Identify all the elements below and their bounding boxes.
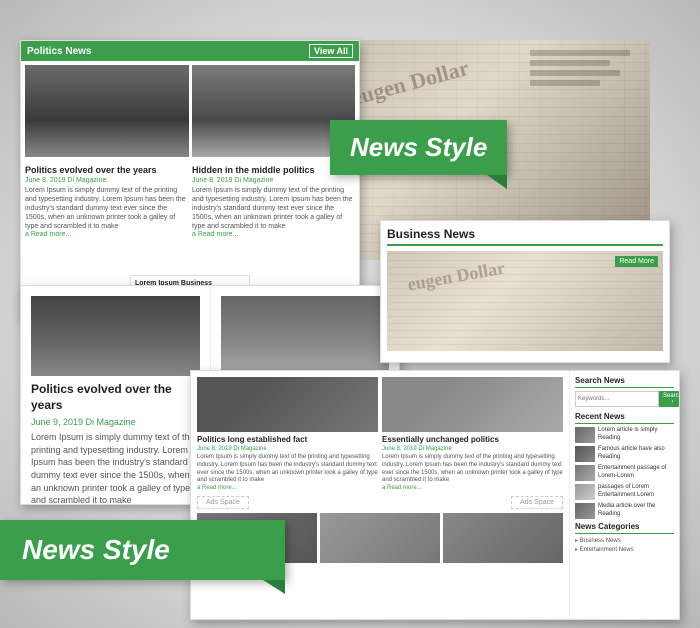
sidebar-search-title: Search News — [575, 376, 674, 388]
sidebar-recent-item-2: Famous article have also Reading — [575, 446, 674, 462]
article-mini-readmore-2[interactable]: a Read more... — [192, 231, 355, 238]
article-mini-body-1: Lorem Ipsum is simply dummy text of the … — [25, 186, 188, 231]
sidebar-recent-title: Recent News — [575, 412, 674, 424]
article-mini-meta-2: June 8, 2019 Di Magazine — [192, 177, 355, 184]
ads-box-1: Ads Space — [197, 496, 249, 509]
article-row: Politics evolved over the years June 8, … — [21, 161, 359, 242]
cbr-article-title-2: Essentially unchanged politics — [382, 435, 563, 444]
newspaper-line-2 — [530, 60, 610, 66]
sidebar-recent-text-5: Media article over the Reading — [598, 503, 674, 519]
dollar-watermark: eugen Dollar — [349, 55, 472, 111]
business-news-dollar: eugen Dollar — [406, 258, 507, 296]
sidebar-search-input[interactable] — [575, 391, 659, 407]
cbr-article-2: Essentially unchanged politics June 8, 2… — [382, 377, 563, 491]
sidebar-recent-image-1 — [575, 427, 595, 443]
sidebar-search-box: Search › — [575, 391, 674, 407]
business-news-card: Business News eugen Dollar Read More — [380, 220, 670, 363]
main-wrapper: Politics News View All Politics evolved … — [0, 0, 700, 628]
sidebar-recent-text-1: Lorem article is simply Reading — [598, 427, 674, 443]
view-all-link[interactable]: View All — [309, 44, 353, 58]
cbr-bottom-image-2 — [320, 513, 440, 563]
card-header-title: Politics News — [27, 46, 91, 57]
article-mini-body-2: Lorem Ipsum is simply dummy text of the … — [192, 186, 355, 231]
newspaper-line-1 — [530, 50, 630, 56]
news-style-text-bl: News Style — [22, 534, 170, 565]
business-news-badge[interactable]: Read More — [615, 256, 658, 267]
article-mini-title-1: Politics evolved over the years — [25, 165, 188, 175]
sidebar-categories-title: News Categories — [575, 522, 674, 534]
article-mini-readmore-1[interactable]: a Read more... — [25, 231, 188, 238]
ads-box-2: Ads Space — [511, 496, 563, 509]
cbr-article-title-1: Politics long established fact — [197, 435, 378, 444]
news-style-label-top-right: News Style — [330, 120, 507, 175]
card-images-row — [21, 61, 359, 161]
article-mini-meta-1: June 8, 2019 Di Magazine — [25, 177, 188, 184]
sidebar-recent-image-2 — [575, 446, 595, 462]
sidebar-recent-image-5 — [575, 503, 595, 519]
cbr-article-meta-2: June 8, 2019 Di Magazine — [382, 446, 563, 452]
sidebar-recent-text-3: Entertainment passage of Lorem-Lorem — [598, 465, 674, 481]
cbr-article-image-2 — [382, 377, 563, 432]
newspaper-lines-decoration — [530, 50, 630, 90]
article-large-body-1: Lorem Ipsum is simply dummy text of the … — [31, 431, 200, 505]
cbr-sidebar: Search News Search › Recent News Lorem a… — [569, 371, 679, 619]
sidebar-category-2[interactable]: Entertainment News — [575, 546, 674, 553]
sidebar-recent-image-3 — [575, 465, 595, 481]
cbr-article-body-1: Lorem Ipsum is simply dummy text of the … — [197, 454, 378, 485]
cbr-articles-row: Politics long established fact June 8, 2… — [197, 377, 563, 491]
business-news-card-title: Business News — [387, 227, 663, 246]
sidebar-category-1[interactable]: Business News — [575, 537, 674, 544]
sidebar-recent-text-4: passages of Lorem Entertainment Lorem — [598, 484, 674, 500]
sidebar-search-button[interactable]: Search › — [659, 391, 679, 407]
business-news-card-image: eugen Dollar Read More — [387, 251, 663, 351]
cbr-article-1: Politics long established fact June 8, 2… — [197, 377, 378, 491]
news-style-text-tr: News Style — [350, 132, 487, 162]
ads-row: Ads Space Ads Space — [197, 496, 563, 509]
card-header: Politics News View All — [21, 41, 359, 61]
article-mini-2: Hidden in the middle politics June 8, 20… — [192, 165, 355, 238]
sidebar-recent-item-3: Entertainment passage of Lorem-Lorem — [575, 465, 674, 481]
sidebar-recent-image-4 — [575, 484, 595, 500]
cbr-article-image-1 — [197, 377, 378, 432]
cbr-main-content: Politics long established fact June 8, 2… — [191, 371, 569, 619]
sidebar-recent-item-5: Media article over the Reading — [575, 503, 674, 519]
article-large-image-2 — [221, 296, 390, 376]
sidebar-recent-item-1: Lorem article is simply Reading — [575, 427, 674, 443]
news-style-label-bottom-left: News Style — [0, 520, 285, 580]
cbr-bottom-image-3 — [443, 513, 563, 563]
newspaper-line-3 — [530, 70, 620, 76]
article-mini-1: Politics evolved over the years June 8, … — [25, 165, 188, 238]
sidebar-recent-text-2: Famous article have also Reading — [598, 446, 674, 462]
newspaper-line-4 — [530, 80, 600, 86]
article-large-1: Politics evolved over the years June 9, … — [21, 286, 211, 504]
politics-news-card: Politics News View All Politics evolved … — [20, 40, 360, 320]
article-large-image-1 — [31, 296, 200, 376]
cbr-article-body-2: Lorem Ipsum is simply dummy text of the … — [382, 454, 563, 485]
cbr-article-readmore-2[interactable]: a Read more... — [382, 485, 563, 491]
cbr-article-readmore-1[interactable]: a Read more... — [197, 485, 378, 491]
article-large-title-1: Politics evolved over the years — [31, 382, 200, 413]
card-image-1 — [25, 65, 189, 157]
cbr-article-meta-1: June 8, 2019 Di Magazine — [197, 446, 378, 452]
sidebar-recent-item-4: passages of Lorem Entertainment Lorem — [575, 484, 674, 500]
article-large-meta-1: June 9, 2019 Di Magazine — [31, 417, 200, 427]
